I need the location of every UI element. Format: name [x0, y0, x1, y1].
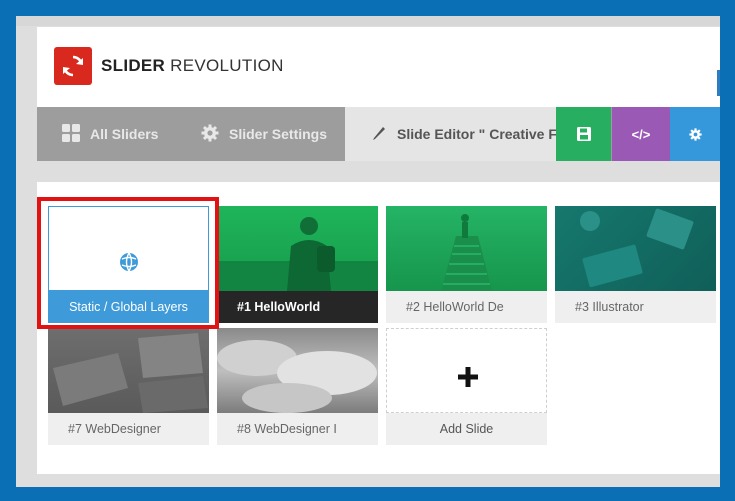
slide-label: #7 WebDesigner [48, 413, 209, 445]
settings-button[interactable] [670, 107, 720, 161]
slide-card-3[interactable]: #3 Illustrator [555, 206, 716, 323]
grid-icon [62, 123, 80, 145]
window-topline [16, 16, 720, 26]
slide-card-2[interactable]: #2 HelloWorld De [386, 206, 547, 323]
app-header: SLIDER REVOLUTION [37, 27, 720, 107]
slide-label: #1 HelloWorld [217, 291, 378, 323]
add-slide-button[interactable]: Add Slide [386, 328, 547, 445]
gear-icon [688, 127, 702, 141]
slide-thumb [555, 206, 716, 291]
main-toolbar: All Sliders Slider Settings Slide Editor… [37, 107, 720, 161]
slide-card-8[interactable]: #8 WebDesigner I [217, 328, 378, 445]
slide-thumbnail-image [441, 214, 492, 291]
save-icon [576, 127, 591, 141]
slide-thumbnail-image [217, 217, 378, 291]
tab-all-sliders-label: All Sliders [90, 126, 159, 142]
header-edge-button[interactable] [717, 70, 720, 96]
embed-code-button[interactable]: </> [612, 107, 670, 161]
slide-thumb [217, 206, 378, 291]
slide-label: #3 Illustrator [555, 291, 716, 323]
slide-card-7[interactable]: #7 WebDesigner [48, 328, 209, 445]
slide-thumb [48, 328, 209, 413]
slide-thumb [386, 206, 547, 291]
tab-slider-settings[interactable]: Slider Settings [201, 107, 327, 161]
save-button[interactable] [556, 107, 611, 161]
refresh-icon [63, 55, 83, 77]
brand-title: SLIDER REVOLUTION [101, 56, 284, 76]
tab-slide-editor-label: Slide Editor " Creative F [397, 126, 556, 142]
slide-thumbnail-image [580, 208, 694, 288]
add-slide-thumb [386, 328, 547, 413]
tab-slide-editor[interactable]: Slide Editor " Creative F [345, 107, 556, 161]
selection-highlight [37, 197, 219, 329]
brand-light: REVOLUTION [170, 56, 284, 75]
add-slide-label: Add Slide [386, 413, 547, 445]
plus-icon [458, 367, 478, 387]
slide-card-1[interactable]: #1 HelloWorld [217, 206, 378, 323]
slide-label: #2 HelloWorld De [386, 291, 547, 323]
logo [54, 47, 92, 85]
slide-label: #8 WebDesigner I [217, 413, 378, 445]
slide-thumbnail-image [217, 340, 377, 413]
code-icon: </> [631, 126, 651, 142]
brand-bold: SLIDER [101, 56, 166, 75]
gear-icon [201, 124, 219, 145]
pencil-icon [371, 125, 387, 144]
tab-slider-settings-label: Slider Settings [229, 126, 328, 142]
slide-thumb [217, 328, 378, 413]
slide-thumbnail-image [53, 333, 208, 413]
tab-all-sliders[interactable]: All Sliders [62, 107, 158, 161]
